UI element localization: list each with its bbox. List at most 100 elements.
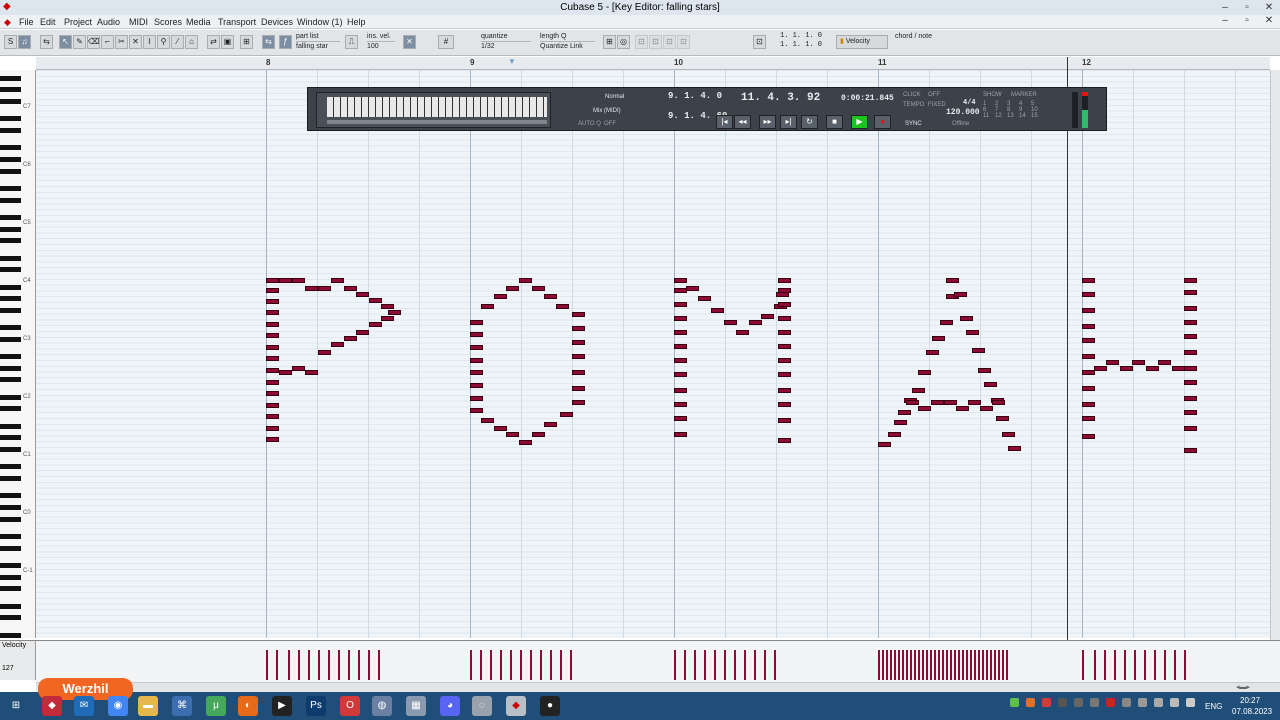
midi-note[interactable] (926, 350, 939, 355)
cubase-taskbar-icon[interactable]: ◆ (506, 696, 526, 716)
midi-note[interactable] (356, 330, 369, 335)
go-to-end-icon[interactable]: ▸| (780, 115, 797, 129)
velocity-bar[interactable] (950, 650, 952, 680)
midi-note[interactable] (470, 332, 483, 337)
velocity-bar[interactable] (938, 650, 940, 680)
black-key[interactable] (0, 423, 21, 429)
midi-note[interactable] (894, 420, 907, 425)
midi-note[interactable] (470, 370, 483, 375)
midi-note[interactable] (1094, 366, 1107, 371)
midi-note[interactable] (331, 342, 344, 347)
midi-note[interactable] (878, 442, 891, 447)
cycle-icon[interactable]: ↻ (801, 115, 818, 129)
velocity-bar[interactable] (318, 650, 320, 680)
midi-note[interactable] (344, 286, 357, 291)
velocity-bar[interactable] (764, 650, 766, 680)
velocity-bar[interactable] (490, 650, 492, 680)
midi-note[interactable] (388, 310, 401, 315)
midi-note[interactable] (266, 299, 279, 304)
menu-scores[interactable]: Scores (154, 15, 182, 29)
length-quantize-selector[interactable]: length Q Quantize Link (540, 32, 595, 52)
app-icon-3[interactable]: ▦ (406, 696, 426, 716)
velocity-bar[interactable] (882, 650, 884, 680)
black-key[interactable] (0, 215, 21, 220)
menu-media[interactable]: Media (186, 15, 211, 29)
midi-note[interactable] (266, 356, 279, 361)
midi-note[interactable] (572, 370, 585, 375)
quantize-value[interactable]: 1/32 (481, 41, 531, 51)
glue-icon[interactable]: ⌇ (143, 35, 156, 49)
part-list-value[interactable]: falling star (296, 41, 340, 51)
velocity-bar[interactable] (990, 650, 992, 680)
midi-note[interactable] (984, 382, 997, 387)
maximize-icon[interactable]: ▫ (1240, 0, 1254, 15)
velocity-bar[interactable] (934, 650, 936, 680)
velocity-bar[interactable] (674, 650, 676, 680)
midi-note[interactable] (344, 336, 357, 341)
midi-note[interactable] (1132, 360, 1145, 365)
midi-note[interactable] (992, 400, 1005, 405)
ins-vel-value[interactable]: 100 (367, 41, 395, 51)
midi-note[interactable] (932, 336, 945, 341)
midi-note[interactable] (266, 426, 279, 431)
midi-note[interactable] (369, 298, 382, 303)
midi-note[interactable] (506, 286, 519, 291)
midi-note[interactable] (1184, 306, 1197, 311)
velocity-bar[interactable] (570, 650, 572, 680)
doc-restore-icon[interactable]: ▫ (1240, 15, 1254, 26)
menu-project[interactable]: Project (64, 15, 92, 29)
record-icon[interactable]: ● (874, 115, 891, 129)
black-key[interactable] (0, 435, 21, 441)
velocity-bar[interactable] (1144, 650, 1146, 680)
velocity-bar[interactable] (298, 650, 300, 680)
midi-note[interactable] (494, 426, 507, 431)
midi-note[interactable] (674, 344, 687, 349)
velocity-bar[interactable] (338, 650, 340, 680)
midi-note[interactable] (266, 391, 279, 396)
velocity-bar[interactable] (1134, 650, 1136, 680)
menu-transport[interactable]: Transport (218, 15, 256, 29)
marker-button[interactable]: 12 (995, 113, 1005, 119)
midi-note[interactable] (778, 438, 791, 443)
velocity-bar[interactable] (530, 650, 532, 680)
midi-note[interactable] (1082, 324, 1095, 329)
midi-note[interactable] (778, 388, 791, 393)
independent-track-loop-icon[interactable]: ⇆ (262, 35, 275, 49)
velocity-bar[interactable] (926, 650, 928, 680)
midi-note[interactable] (956, 406, 969, 411)
midi-note[interactable] (572, 386, 585, 391)
midi-note[interactable] (778, 302, 791, 307)
velocity-bar[interactable] (774, 650, 776, 680)
velocity-bar[interactable] (734, 650, 736, 680)
velocity-bar[interactable] (974, 650, 976, 680)
explorer-icon[interactable]: ▬ (138, 696, 158, 716)
velocity-bar[interactable] (378, 650, 380, 680)
velocity-bar[interactable] (266, 650, 268, 680)
midi-note[interactable] (266, 414, 279, 419)
auto-select-icon[interactable]: ⇄ (207, 35, 220, 49)
velocity-bar[interactable] (898, 650, 900, 680)
midi-note[interactable] (470, 408, 483, 413)
solo-editor-icon[interactable]: S (4, 35, 17, 49)
velocity-bar[interactable] (550, 650, 552, 680)
black-key[interactable] (0, 354, 21, 360)
midi-note[interactable] (686, 286, 699, 291)
midi-note[interactable] (318, 286, 331, 291)
midi-note[interactable] (1184, 334, 1197, 339)
midi-note[interactable] (918, 370, 931, 375)
midi-note[interactable] (674, 402, 687, 407)
chrome-icon[interactable]: ◉ (108, 696, 128, 716)
zoom-slider-icon[interactable]: ◂▬▸ (1236, 683, 1250, 691)
midi-note[interactable] (698, 296, 711, 301)
grid-type-icon[interactable]: # (438, 35, 454, 49)
tempo-label[interactable]: TEMPO (903, 102, 924, 108)
midi-note[interactable] (778, 330, 791, 335)
midi-note[interactable] (1184, 396, 1197, 401)
velocity-bar[interactable] (910, 650, 912, 680)
midi-input-icon[interactable]: ◎ (617, 35, 630, 49)
midi-note[interactable] (674, 372, 687, 377)
midi-note[interactable] (266, 288, 279, 293)
velocity-bar[interactable] (902, 650, 904, 680)
virtual-keyboard[interactable] (316, 92, 551, 128)
marker-button[interactable]: 15 (1031, 113, 1041, 119)
